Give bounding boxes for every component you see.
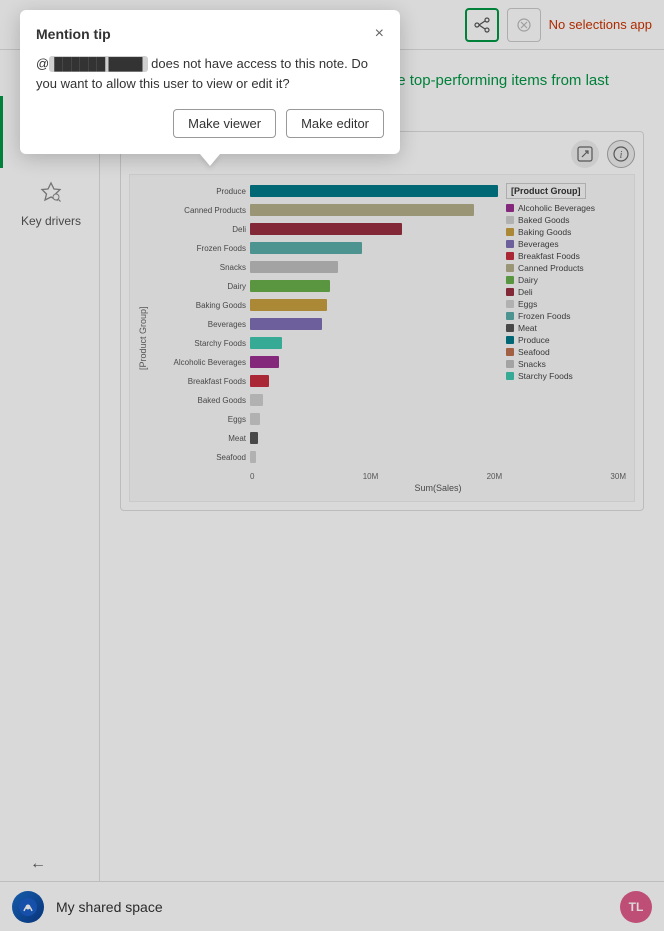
modal-at-prefix: @ [36,56,49,71]
make-editor-button[interactable]: Make editor [286,109,384,138]
modal-mention-user: ██████ ████ [49,56,147,72]
modal-overlay: Mention tip × @██████ ████ does not have… [0,0,664,931]
modal-body: @██████ ████ does not have access to thi… [36,54,384,93]
modal-tail [200,154,220,166]
make-viewer-button[interactable]: Make viewer [173,109,276,138]
modal-close-button[interactable]: × [375,26,384,42]
mention-tip-modal: Mention tip × @██████ ████ does not have… [20,10,400,154]
modal-title: Mention tip [36,26,111,42]
modal-header: Mention tip × [36,26,384,42]
modal-actions: Make viewer Make editor [36,109,384,138]
